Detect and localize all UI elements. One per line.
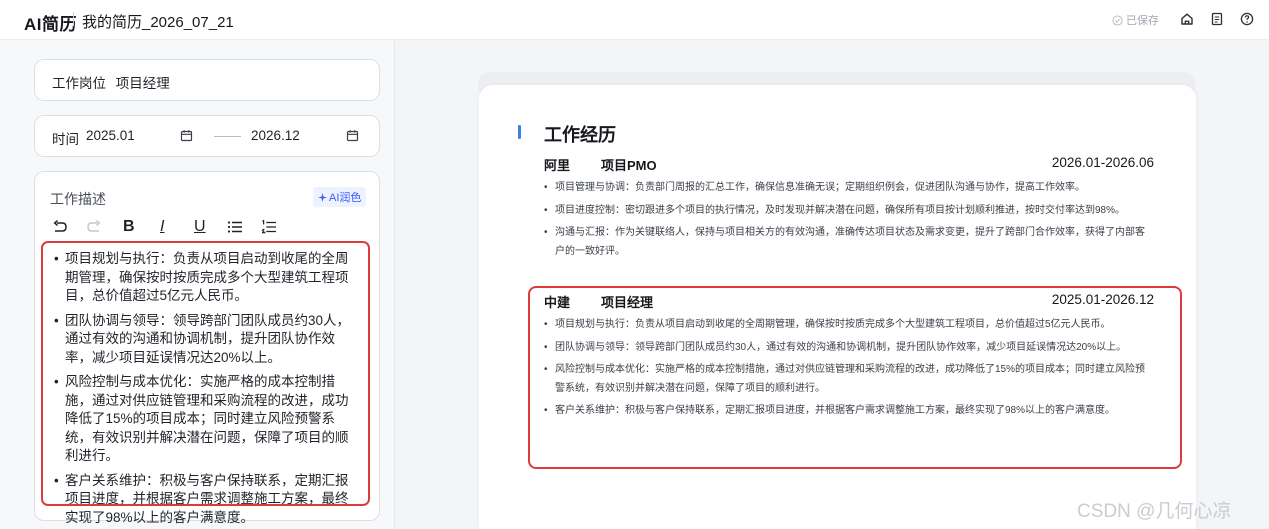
calendar-icon[interactable]	[346, 129, 359, 145]
document-icon[interactable]	[1209, 11, 1225, 27]
calendar-icon[interactable]	[180, 129, 193, 145]
numbered-list-icon[interactable]	[261, 218, 277, 236]
description-editor[interactable]: 项目规划与执行：负责从项目启动到收尾的全周期管理，确保按时按质完成多个大型建筑工…	[41, 241, 370, 525]
date-separator: ——	[214, 128, 241, 143]
top-bar: AI简历 我的简历_2026_07_21 已保存	[0, 0, 1269, 40]
ai-polish-label: AI润色	[329, 192, 362, 204]
job-bullet: 项目管理与协调：负责部门周报的汇总工作，确保信息准确无误；定期组织例会，促进团队…	[544, 179, 1154, 198]
position-label: 工作岗位	[52, 76, 106, 91]
description-label: 工作描述	[50, 191, 106, 207]
time-label: 时间	[52, 132, 79, 147]
job-bullet: 沟通与汇报：作为关键联络人，保持与项目相关方的有效沟通，准确传达项目状态及需求变…	[544, 224, 1154, 261]
job-company: 阿里	[544, 158, 571, 173]
resume-preview-page: 工作经历 阿里 项目PMO 2026.01-2026.06 项目管理与协调：负责…	[479, 85, 1196, 529]
job-bullet: 项目进度控制：密切跟进多个项目的执行情况，及时发现并解决潜在问题，确保所有项目按…	[544, 202, 1154, 221]
document-title[interactable]: 我的简历_2026_07_21	[82, 11, 234, 32]
bold-icon[interactable]: B	[123, 218, 135, 236]
check-circle-icon	[1112, 14, 1123, 26]
save-status: 已保存	[1112, 12, 1159, 28]
editor-bullet[interactable]: 风险控制与成本优化：实施严格的成本控制措施，通过对供应链管理和采购流程的改进，成…	[53, 373, 358, 466]
job-entry[interactable]: 阿里 项目PMO 2026.01-2026.06 项目管理与协调：负责部门周报的…	[544, 155, 1154, 265]
help-icon[interactable]	[1239, 11, 1255, 27]
end-date-input[interactable]: 2026.12	[251, 128, 300, 143]
description-card: 工作描述 AI润色 B I U 项目规划与执行：负责从项目启动到收尾的全周期管理…	[34, 171, 380, 525]
editor-panel: 工作岗位 项目经理 时间 2025.01 —— 2026.12 工作描述 AI润…	[0, 41, 395, 529]
underline-icon[interactable]: U	[194, 218, 206, 236]
job-role: 项目PMO	[601, 158, 657, 173]
job-period: 2026.01-2026.06	[1051, 155, 1154, 170]
editor-bullet[interactable]: 客户关系维护：积极与客户保持联系，定期汇报项目进度，并根据客户需求调整施工方案，…	[53, 472, 358, 528]
section-accent-bar	[518, 125, 521, 139]
job-header: 阿里 项目PMO 2026.01-2026.06	[544, 155, 1154, 173]
redo-icon[interactable]	[86, 218, 102, 236]
section-title: 工作经历	[544, 125, 616, 145]
home-icon[interactable]	[1179, 11, 1195, 27]
position-field[interactable]: 工作岗位 项目经理	[34, 59, 380, 101]
editor-bullet[interactable]: 项目规划与执行：负责从项目启动到收尾的全周期管理，确保按时按质完成多个大型建筑工…	[53, 250, 358, 306]
app-logo[interactable]: AI简历	[24, 10, 77, 35]
highlight-box	[528, 286, 1182, 469]
save-status-text: 已保存	[1126, 15, 1159, 27]
title-divider	[73, 12, 74, 26]
watermark: CSDN @几何心凉	[1077, 501, 1232, 522]
italic-icon[interactable]: I	[160, 218, 164, 236]
bullet-list-icon[interactable]	[227, 218, 243, 236]
undo-icon[interactable]	[52, 218, 68, 236]
start-date-input[interactable]: 2025.01	[86, 128, 135, 143]
editor-bullet[interactable]: 团队协调与领导：领导跨部门团队成员约30人，通过有效的沟通和协调机制，提升团队协…	[53, 312, 358, 368]
date-range-field[interactable]: 时间 2025.01 —— 2026.12	[34, 115, 380, 157]
position-value[interactable]: 项目经理	[116, 76, 170, 91]
ai-polish-button[interactable]: AI润色	[313, 187, 367, 207]
sparkle-icon	[318, 192, 327, 202]
